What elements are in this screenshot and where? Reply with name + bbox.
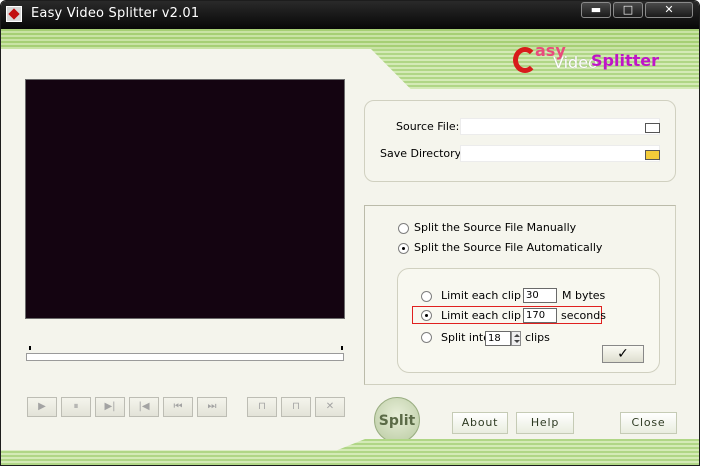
help-button[interactable]: Help: [516, 412, 574, 434]
limit-time-unit: seconds: [561, 309, 606, 322]
limit-time-radio[interactable]: [421, 310, 432, 321]
logo-mark-icon: [513, 47, 537, 73]
limit-size-unit: M bytes: [562, 289, 606, 302]
go-start-button[interactable]: ⏮: [163, 397, 193, 417]
video-preview: [25, 79, 345, 319]
seek-end-tick: [341, 346, 343, 350]
footer-stripes: [1, 439, 699, 465]
seek-start-tick: [29, 346, 31, 350]
auto-mode-label[interactable]: Split the Source File Automatically: [414, 241, 602, 254]
save-directory-label: Save Directory:: [380, 147, 465, 160]
source-file-label: Source File:: [396, 120, 460, 133]
limit-time-input[interactable]: 170: [523, 308, 557, 323]
play-button[interactable]: ▶: [27, 397, 57, 417]
about-button[interactable]: About: [452, 412, 508, 434]
logo-splitter-text: Splitter: [591, 51, 659, 70]
save-directory-field[interactable]: [460, 145, 660, 162]
close-window-button[interactable]: ✕: [645, 2, 693, 18]
split-button[interactable]: Split: [374, 397, 420, 443]
maximize-button[interactable]: □: [613, 2, 643, 18]
source-file-field[interactable]: [460, 118, 660, 135]
go-end-button[interactable]: ⏭: [197, 397, 227, 417]
step-back-button[interactable]: |◀: [129, 397, 159, 417]
split-count-label: Split into: [441, 331, 490, 344]
split-count-spinner[interactable]: [511, 331, 521, 346]
split-count-unit: clips: [525, 331, 550, 344]
manual-mode-radio[interactable]: [398, 223, 409, 234]
app-logo: asy Video Splitter: [509, 41, 659, 85]
limit-size-input[interactable]: 30: [523, 288, 557, 303]
close-button[interactable]: Close: [620, 412, 677, 434]
limit-size-label: Limit each clip to: [441, 289, 536, 302]
app-icon: [6, 6, 22, 22]
window-title: Easy Video Splitter v2.01: [31, 6, 200, 21]
split-count-input[interactable]: 18: [485, 331, 511, 346]
title-bar: Easy Video Splitter v2.01 ▬ □ ✕: [1, 1, 699, 29]
limit-time-label: Limit each clip to: [441, 309, 536, 322]
split-count-radio[interactable]: [421, 332, 432, 343]
open-file-icon[interactable]: [645, 121, 660, 133]
limit-size-radio[interactable]: [421, 291, 432, 302]
confirm-checkmark-button[interactable]: ✓: [602, 345, 644, 363]
pause-button[interactable]: ⏸: [61, 397, 91, 417]
set-end-mark-button[interactable]: ⊓: [281, 397, 311, 417]
browse-folder-icon[interactable]: [645, 148, 660, 160]
clear-marks-button[interactable]: ✕: [315, 397, 345, 417]
auto-mode-radio[interactable]: [398, 243, 409, 254]
file-panel: [364, 100, 676, 182]
manual-mode-label[interactable]: Split the Source File Manually: [414, 221, 576, 234]
app-window: Easy Video Splitter v2.01 ▬ □ ✕ asy Vide…: [0, 0, 700, 466]
step-forward-button[interactable]: ▶|: [95, 397, 125, 417]
set-start-mark-button[interactable]: ⊓: [247, 397, 277, 417]
minimize-button[interactable]: ▬: [581, 2, 611, 18]
seek-slider[interactable]: [26, 353, 344, 361]
